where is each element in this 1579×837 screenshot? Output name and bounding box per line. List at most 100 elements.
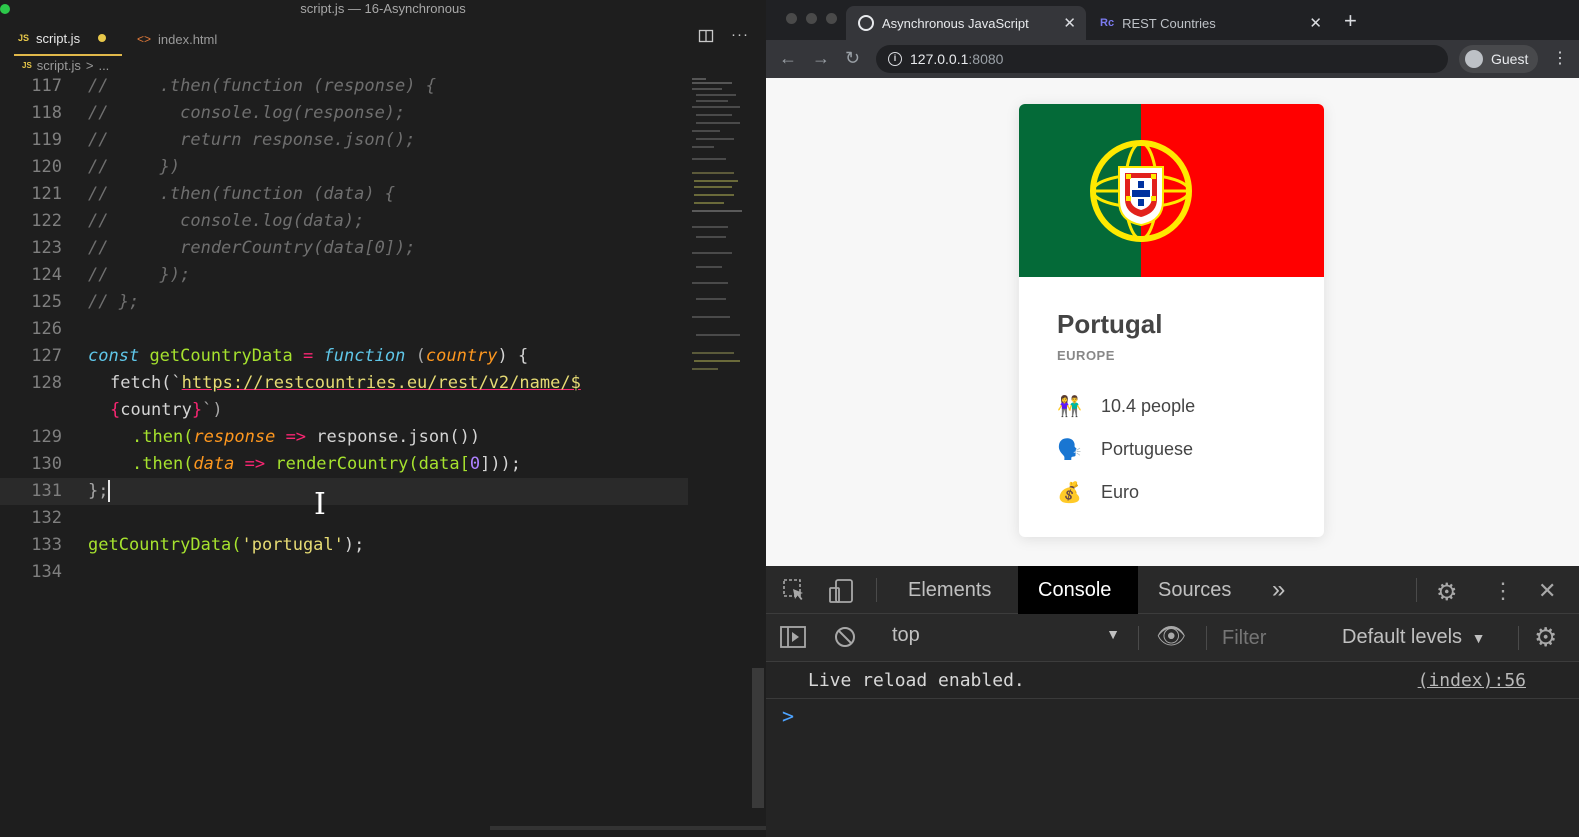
line-number: 127 [31,346,62,366]
code-text: // .then(function (data) { [88,184,396,204]
code-line: 123 // renderCountry(data[0]); [0,235,700,262]
unsaved-dot-icon[interactable] [98,34,107,42]
editor-window-title: script.js — 16-Asynchronous [300,1,466,16]
line-number: 119 [31,130,62,150]
dropdown-arrow-icon: ▼ [1106,626,1120,642]
more-tabs-icon[interactable]: » [1252,566,1305,614]
device-toolbar-icon[interactable] [828,578,856,610]
console-message: Live reload enabled. (index):56 [766,663,1579,699]
split-editor-icon[interactable] [698,28,714,48]
reload-icon[interactable]: ↻ [845,48,860,69]
settings-gear-icon[interactable]: ⚙ [1436,578,1458,607]
avatar-icon [1465,50,1483,68]
code-line: 130 .then(data => renderCountry(data[0]))… [0,451,700,478]
console-filter-bar: top ▼ 👁 Default levels ▼ ⚙ [766,614,1579,662]
site-info-icon[interactable]: i [888,52,902,66]
code-text: getCountryData('portugal'); [88,535,365,555]
close-devtools-icon[interactable]: ✕ [1538,578,1556,604]
browser-menu-icon[interactable]: ⋮ [1552,48,1568,68]
tab-rest-countries[interactable]: Rc REST Countries ✕ [1088,6,1332,40]
code-line: 128 fetch(`https://restcountries.eu/rest/… [0,370,700,397]
new-tab-icon[interactable]: + [1344,8,1357,34]
close-tab-icon[interactable]: ✕ [1063,14,1076,32]
console-prompt-icon[interactable]: > [782,704,794,728]
code-line: 118 // console.log(response); [0,100,700,127]
code-editor: script.js — 16-Asynchronous JS script.js… [0,0,1040,837]
line-number: 130 [31,454,62,474]
line-number: 118 [31,103,62,123]
code-line: 127 const getCountryData = function (coun… [0,343,700,370]
minimap[interactable] [690,76,748,376]
code-text: // .then(function (response) { [88,76,436,96]
code-text: // renderCountry(data[0]); [88,238,416,258]
page-viewport: Portugal EUROPE 👫 10.4 people 🗣️ Portugu… [766,78,1579,566]
line-number: 131 [31,481,62,501]
code-line: 132 [0,505,700,532]
browser-tab-strip: Asynchronous JavaScript ✕ Rc REST Countr… [766,0,1579,42]
breadcrumb-more[interactable]: ... [98,58,109,73]
console-filter-input[interactable] [1222,624,1322,652]
devtools-tab-bar: Elements Console Sources » ⚙ ⋮ ✕ [766,566,1579,614]
language-text: Portuguese [1101,439,1194,459]
live-expression-eye-icon[interactable]: 👁 [1156,622,1186,651]
country-name: Portugal [1057,309,1163,339]
show-sidebar-icon[interactable] [780,626,806,654]
code-text: const getCountryData = function (country… [88,346,529,366]
code-line: 120 // }) [0,154,700,181]
window-close-dot[interactable] [786,13,797,24]
address-bar[interactable]: i 127.0.0.1:8080 [876,45,1448,73]
window-maximize-dot[interactable] [826,13,837,24]
code-line: 133 getCountryData('portugal'); [0,532,700,559]
context-selector[interactable]: top ▼ [892,624,1124,652]
back-icon[interactable]: ← [779,48,797,69]
window-minimize-dot[interactable] [806,13,817,24]
browser-toolbar: ← → ↻ i 127.0.0.1:8080 Guest ⋮ [766,40,1579,78]
inspect-element-icon[interactable] [782,578,806,608]
tab-index-html[interactable]: <> index.html [137,22,237,56]
line-number: 123 [31,238,62,258]
country-card: Portugal EUROPE 👫 10.4 people 🗣️ Portugu… [1019,104,1324,537]
currency-text: Euro [1101,482,1140,502]
tab-elements[interactable]: Elements [888,566,1011,614]
code-text: // }; [88,292,140,312]
text-caret [108,480,111,502]
devtools-panel: Elements Console Sources » ⚙ ⋮ ✕ top ▼ 👁… [766,566,1579,837]
profile-button[interactable]: Guest [1459,45,1539,73]
line-number: 120 [31,157,62,177]
code-text: .then(response => response.json()) [132,427,481,447]
line-number: 126 [31,319,62,339]
code-text: .then(data => renderCountry(data[0])); [132,454,522,474]
code-text: // }) [88,157,181,177]
more-actions-icon[interactable]: ··· [731,26,749,43]
line-number: 121 [31,184,62,204]
devtools-menu-icon[interactable]: ⋮ [1492,578,1514,604]
profile-label: Guest [1491,51,1529,67]
code-line-current: 131}; [0,478,688,505]
console-message-source-link[interactable]: (index):56 [1418,670,1526,691]
code-line: 134 [0,559,700,586]
tab-label: Asynchronous JavaScript [882,15,1029,31]
log-levels-label: Default levels [1342,626,1463,648]
tab-label: REST Countries [1122,15,1216,31]
tab-label: script.js [36,30,81,46]
dropdown-arrow-icon: ▼ [1471,630,1486,646]
currency-row: 💰 Euro [1057,480,1139,505]
tab-sources[interactable]: Sources [1138,566,1251,614]
forward-icon[interactable]: → [812,48,830,69]
tab-asynchronous-javascript[interactable]: Asynchronous JavaScript ✕ [846,6,1086,40]
tab-console[interactable]: Console [1018,566,1138,614]
tab-script-js[interactable]: JS script.js [14,22,122,56]
close-tab-icon[interactable]: ✕ [1309,14,1322,32]
js-file-icon: JS [18,33,30,43]
breadcrumb-file[interactable]: script.js [37,58,81,73]
population-text: 10.4 people [1101,396,1196,416]
log-levels-selector[interactable]: Default levels ▼ [1342,626,1485,649]
clear-console-icon[interactable] [834,626,856,654]
editor-scrollbar[interactable] [752,668,764,808]
people-icon: 👫 [1057,396,1082,418]
line-number: 125 [31,292,62,312]
console-settings-gear-icon[interactable]: ⚙ [1534,622,1557,653]
line-number: 134 [31,562,62,582]
url-text: 127.0.0.1:8080 [910,51,1004,67]
code-line: 117 // .then(function (response) { [0,73,700,100]
